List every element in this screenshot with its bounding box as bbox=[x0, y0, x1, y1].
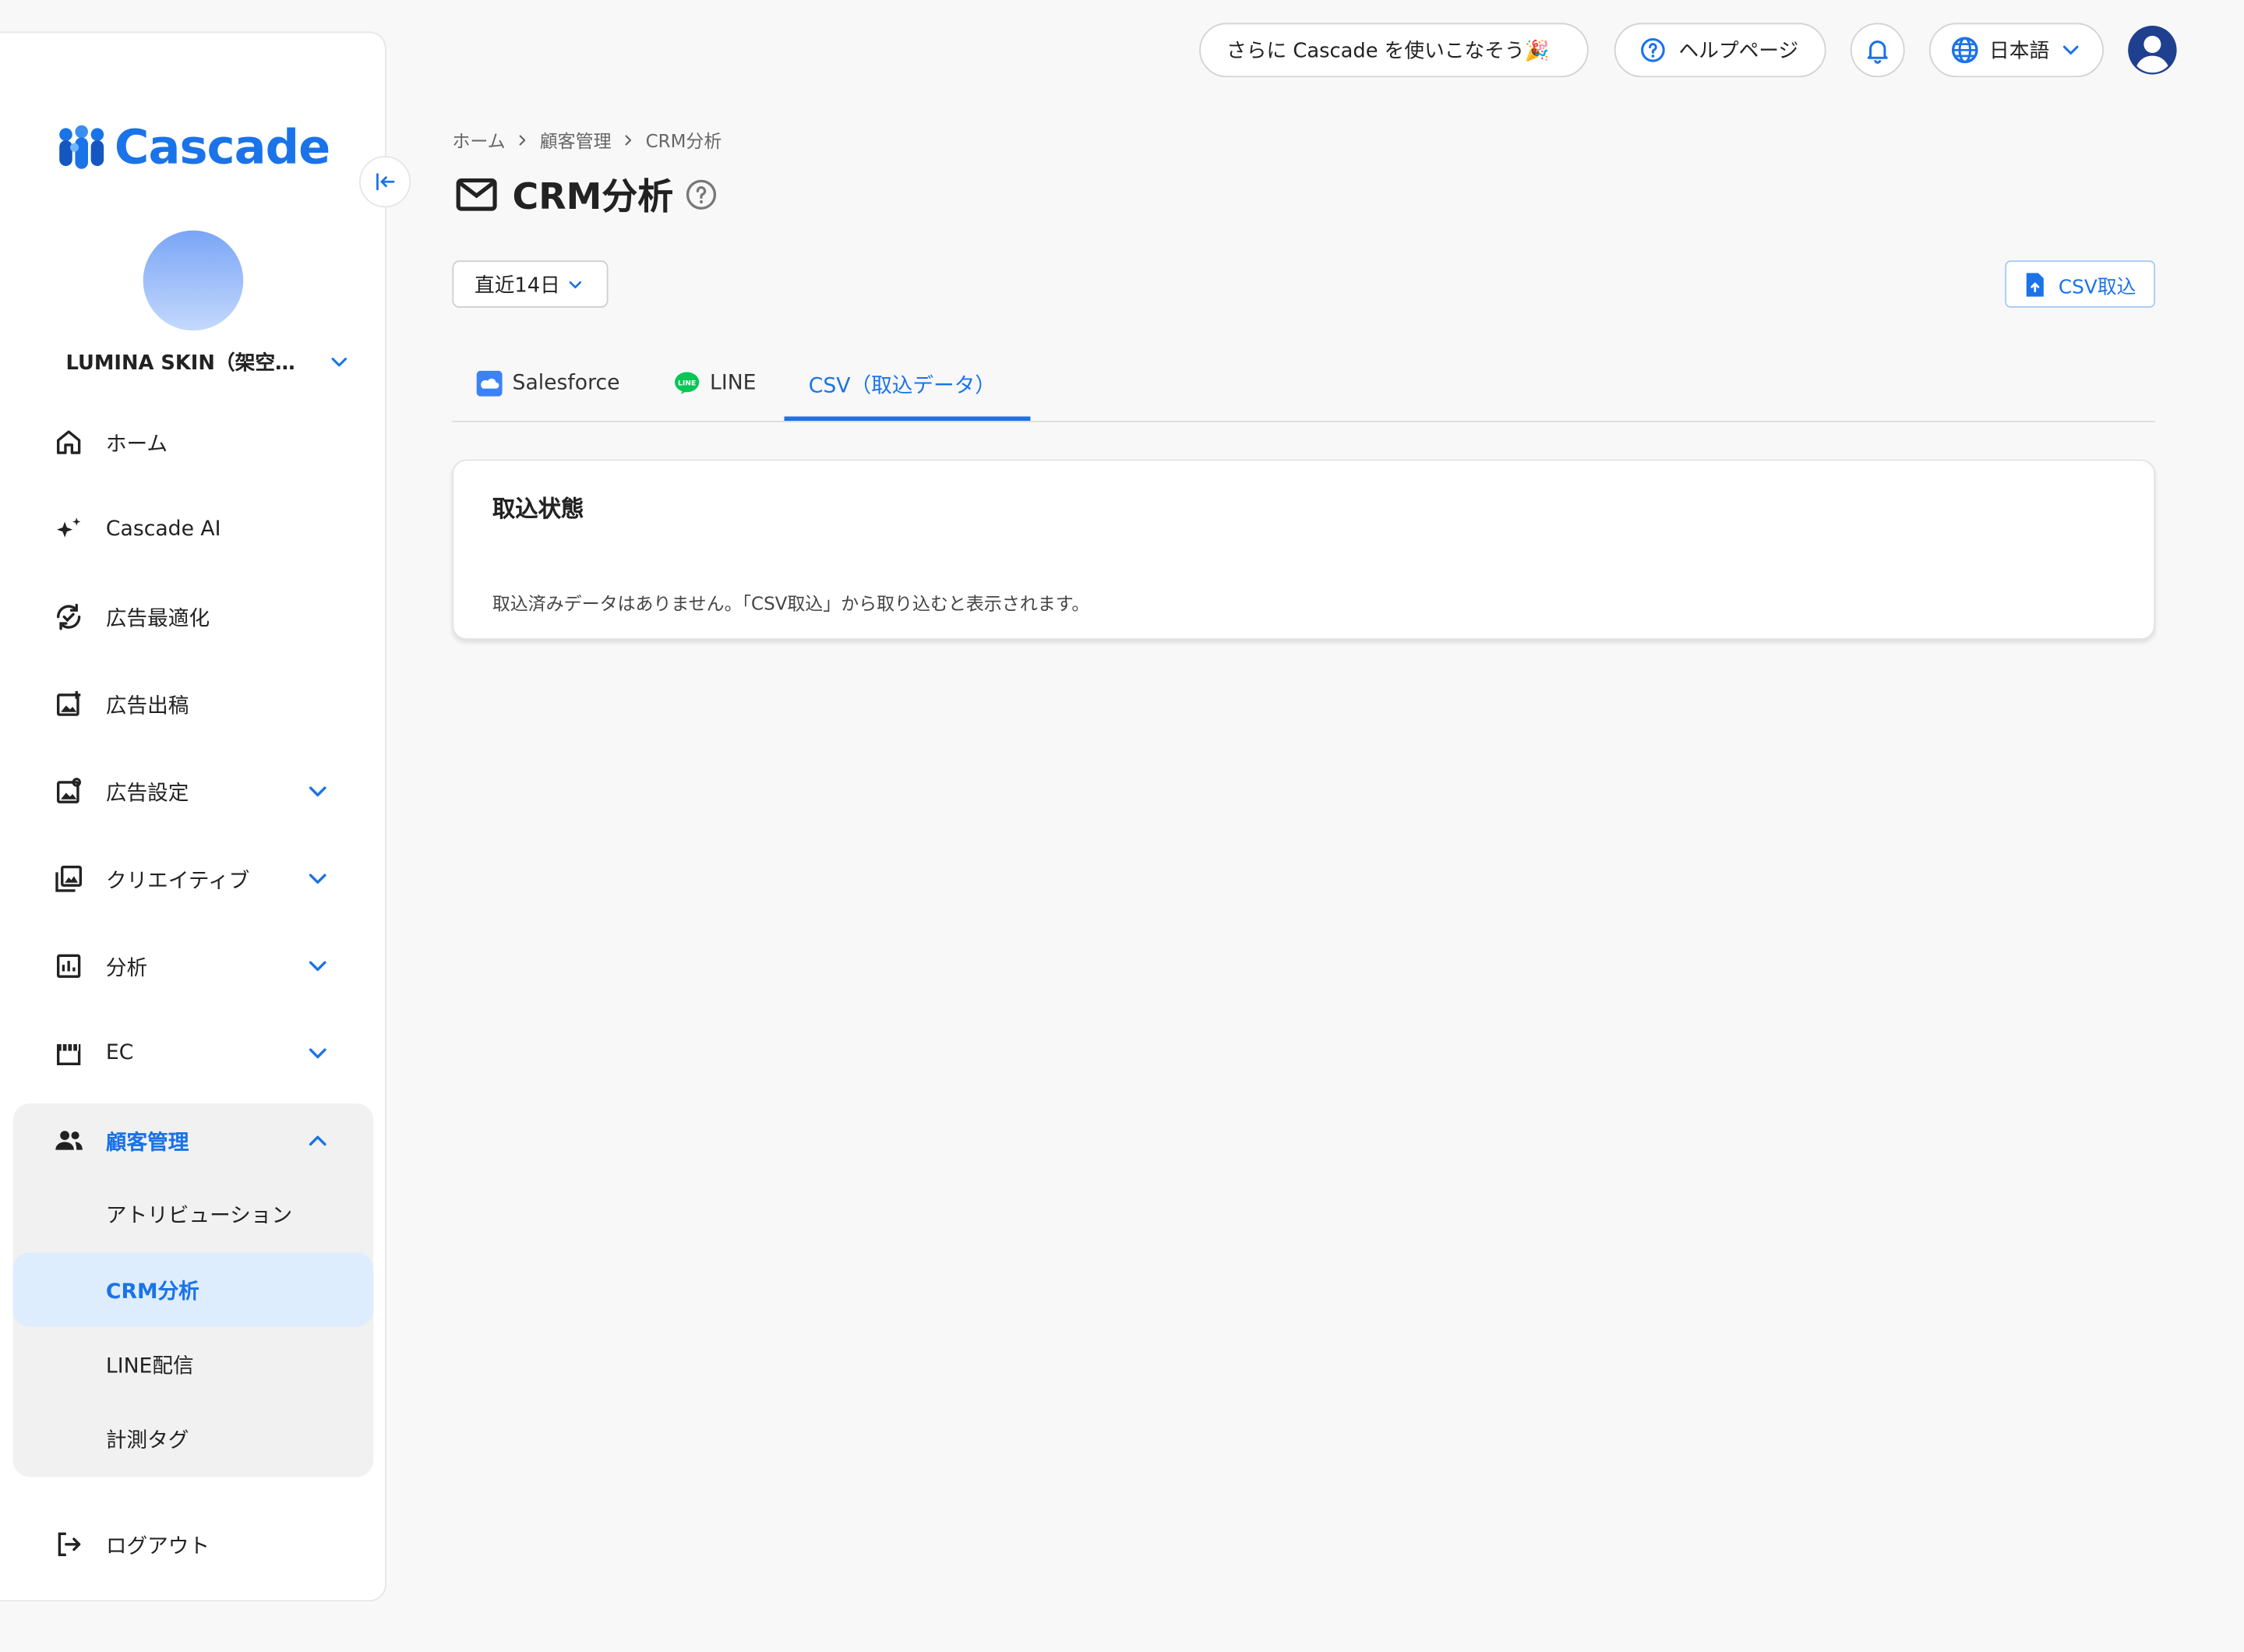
sidebar: Cascade LUMINA SKIN（架空… ホーム Cascade AI 広… bbox=[0, 31, 386, 1602]
sidebar-subitem-label: CRM分析 bbox=[105, 1280, 199, 1304]
sidebar-subitem-label: アトリビューション bbox=[105, 1204, 293, 1227]
sidebar-item-ad-optimization[interactable]: 広告最適化 bbox=[14, 580, 372, 655]
import-status-card: 取込状態 取込済みデータはありません。「CSV取込」から取り込むと表示されます。 bbox=[452, 459, 2156, 641]
sidebar-item-analysis[interactable]: 分析 bbox=[14, 929, 372, 1004]
home-icon bbox=[51, 425, 86, 459]
language-selector[interactable]: 日本語 bbox=[1928, 23, 2104, 78]
cascade-logo[interactable]: Cascade bbox=[57, 118, 330, 175]
image-settings-icon bbox=[51, 775, 86, 809]
breadcrumb-home[interactable]: ホーム bbox=[452, 126, 505, 154]
promo-button[interactable]: さらに Cascade を使いこなそう🎉 bbox=[1199, 23, 1589, 78]
sidebar-item-customer-management[interactable]: 顧客管理 bbox=[14, 1103, 372, 1178]
chevron-down-icon bbox=[331, 358, 348, 367]
tab-label: Salesforce bbox=[512, 372, 620, 395]
sidebar-item-label: 広告最適化 bbox=[105, 607, 210, 631]
chevron-right-icon bbox=[625, 134, 632, 145]
bell-icon bbox=[1867, 41, 1888, 64]
sidebar-subitem-attribution[interactable]: アトリビューション bbox=[13, 1177, 374, 1251]
people-icon bbox=[51, 1124, 86, 1158]
promo-label: さらに Cascade を使いこなそう🎉 bbox=[1226, 40, 1550, 63]
sidebar-item-label: 広告設定 bbox=[105, 782, 189, 806]
line-icon: LINE bbox=[675, 372, 700, 395]
chevron-down-icon bbox=[570, 281, 582, 288]
breadcrumb-customer-management[interactable]: 顧客管理 bbox=[540, 126, 612, 154]
chevron-down-icon bbox=[309, 1048, 326, 1059]
csv-import-label: CSV取込 bbox=[2058, 275, 2136, 298]
svg-text:LINE: LINE bbox=[678, 379, 696, 388]
help-label: ヘルプページ bbox=[1678, 40, 1799, 63]
empty-state-message: 取込済みデータはありません。「CSV取込」から取り込むと表示されます。 bbox=[492, 592, 1090, 614]
sidebar-item-ad-publish[interactable]: 広告出稿 bbox=[14, 667, 372, 742]
sidebar-item-home[interactable]: ホーム bbox=[14, 405, 372, 480]
sidebar-item-label: 顧客管理 bbox=[105, 1131, 189, 1155]
help-circle-icon[interactable] bbox=[685, 178, 719, 212]
page-header: CRM分析 bbox=[452, 169, 719, 221]
sidebar-item-logout[interactable]: ログアウト bbox=[14, 1507, 372, 1582]
language-label: 日本語 bbox=[1989, 40, 2050, 63]
sidebar-subitem-label: 計測タグ bbox=[105, 1428, 189, 1453]
user-profile-icon[interactable] bbox=[2126, 24, 2178, 76]
sidebar-item-label: ログアウト bbox=[105, 1534, 210, 1558]
card-title: 取込状態 bbox=[492, 495, 584, 523]
collapse-left-icon bbox=[376, 173, 395, 191]
chevron-up-icon bbox=[309, 1135, 326, 1146]
account-name: LUMINA SKIN（架空… bbox=[65, 351, 295, 376]
notifications-button[interactable] bbox=[1850, 23, 1905, 78]
date-range-dropdown[interactable]: 直近14日 bbox=[452, 260, 609, 308]
breadcrumb-current: CRM分析 bbox=[645, 130, 722, 152]
account-avatar bbox=[143, 230, 244, 331]
sidebar-subitem-line-delivery[interactable]: LINE配信 bbox=[13, 1327, 374, 1402]
sidebar-subitem-label: LINE配信 bbox=[105, 1354, 194, 1378]
page-title: CRM分析 bbox=[512, 175, 674, 218]
chevron-down-icon bbox=[309, 961, 326, 972]
tab-label: CSV（取込データ） bbox=[808, 374, 996, 397]
image-library-icon bbox=[51, 862, 86, 896]
chevron-down-icon bbox=[309, 786, 326, 796]
file-upload-icon bbox=[2027, 272, 2045, 296]
logo-text: Cascade bbox=[114, 118, 330, 175]
tab-label: LINE bbox=[710, 372, 757, 395]
sidebar-item-label: Cascade AI bbox=[105, 517, 221, 542]
sidebar-item-ad-settings[interactable]: 広告設定 bbox=[14, 754, 372, 829]
mail-icon bbox=[456, 178, 497, 211]
sparkle-icon bbox=[51, 513, 86, 547]
globe-icon bbox=[1951, 37, 1978, 64]
source-tabs: Salesforce LINE LINE CSV（取込データ） bbox=[452, 345, 2156, 422]
date-range-label: 直近14日 bbox=[475, 274, 560, 298]
sidebar-item-creative[interactable]: クリエイティブ bbox=[14, 842, 372, 916]
active-tab-indicator bbox=[784, 416, 1031, 421]
sidebar-subitem-tracking-tag[interactable]: 計測タグ bbox=[13, 1401, 374, 1476]
store-icon bbox=[51, 1036, 86, 1071]
csv-import-button[interactable]: CSV取込 bbox=[2005, 260, 2156, 308]
sidebar-item-cascade-ai[interactable]: Cascade AI bbox=[14, 492, 372, 567]
help-page-button[interactable]: ヘルプページ bbox=[1614, 23, 1826, 78]
tab-csv[interactable]: CSV（取込データ） bbox=[809, 345, 996, 422]
tab-line[interactable]: LINE LINE bbox=[674, 345, 756, 422]
logout-icon bbox=[51, 1527, 86, 1562]
sidebar-item-label: 分析 bbox=[105, 956, 148, 980]
breadcrumb: ホーム 顧客管理 CRM分析 bbox=[452, 126, 722, 154]
tab-salesforce[interactable]: Salesforce bbox=[476, 345, 620, 422]
sidebar-item-label: ホーム bbox=[105, 432, 168, 456]
chart-icon bbox=[51, 949, 86, 983]
collapse-sidebar-button[interactable] bbox=[359, 156, 411, 208]
sidebar-item-ec[interactable]: EC bbox=[14, 1016, 372, 1091]
sidebar-item-label: クリエイティブ bbox=[105, 869, 250, 893]
sidebar-item-label: EC bbox=[105, 1042, 134, 1065]
account-selector[interactable]: LUMINA SKIN（架空… bbox=[65, 345, 351, 379]
chevron-down-icon bbox=[309, 874, 326, 884]
sidebar-subitem-crm-analysis[interactable]: CRM分析 bbox=[12, 1252, 374, 1327]
salesforce-icon bbox=[476, 370, 503, 397]
cycle-check-icon bbox=[51, 600, 86, 634]
sidebar-item-label: 広告出稿 bbox=[105, 694, 189, 718]
chevron-right-icon bbox=[519, 134, 526, 145]
cascade-logo-icon bbox=[59, 124, 104, 168]
help-circle-icon bbox=[1641, 37, 1665, 62]
chevron-down-icon bbox=[2062, 45, 2079, 55]
image-add-icon bbox=[51, 687, 86, 722]
